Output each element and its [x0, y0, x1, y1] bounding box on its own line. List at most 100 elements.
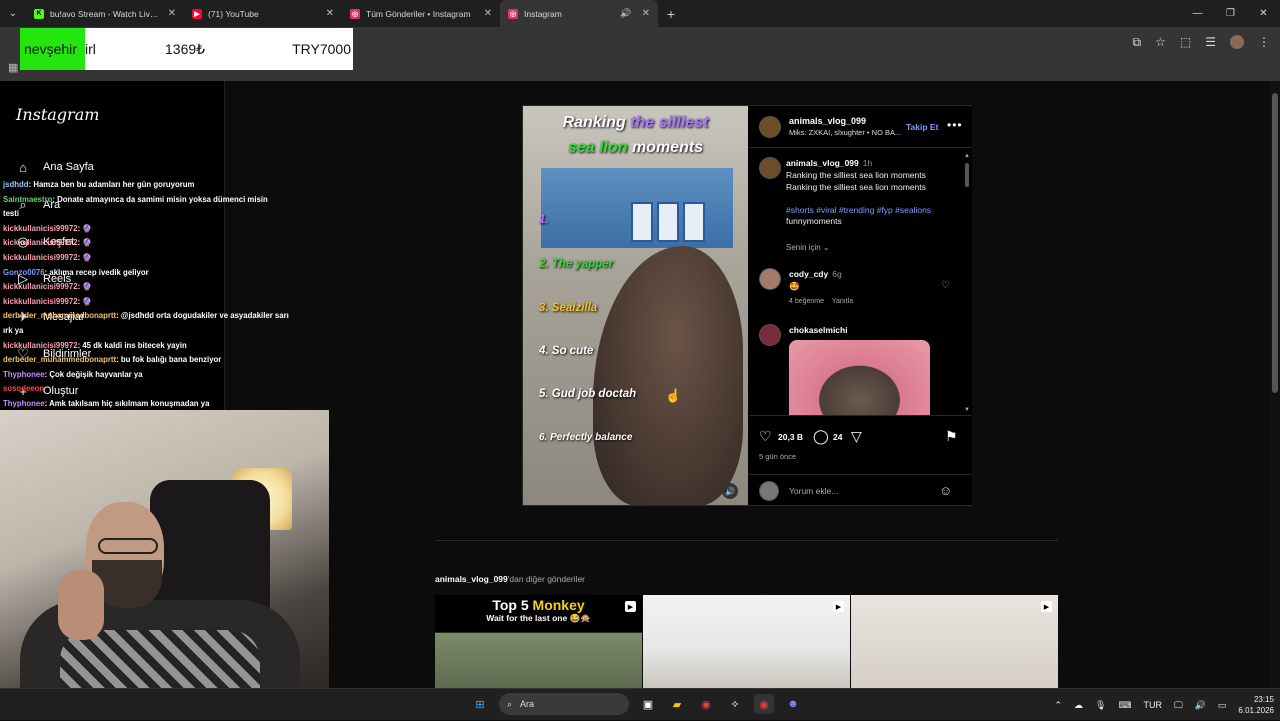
volume-icon[interactable]: 🔊 — [1195, 700, 1206, 711]
chat-username[interactable]: kickkullanicisi99972 — [3, 282, 78, 291]
reel-video[interactable]: Ranking the silliest sea lion moments 1.… — [523, 106, 748, 505]
comment-like-icon[interactable]: ♡ — [941, 280, 950, 291]
comment-likes[interactable]: 4 beğenme — [789, 298, 824, 305]
tab-kick[interactable]: K bu!avo Stream - Watch Live on ✕ — [26, 0, 184, 27]
reel-icon: ▶ — [1041, 601, 1052, 612]
close-icon[interactable]: ✕ — [484, 8, 492, 19]
chat-username[interactable]: jsdhdd — [3, 180, 29, 189]
speaker-icon[interactable]: 🔊 — [620, 8, 631, 19]
comment-username[interactable]: cody_cdy — [789, 269, 828, 279]
comments-scrollbar[interactable]: ▲ ▼ — [964, 153, 970, 413]
tab-instagram-posts[interactable]: ◎ Tüm Gönderiler • Instagram ✕ — [342, 0, 500, 27]
tab-youtube[interactable]: ▶ (71) YouTube ✕ — [184, 0, 342, 27]
streamer-hand — [58, 570, 104, 640]
share-icon[interactable]: ▽ — [851, 428, 862, 445]
nav-home[interactable]: ⌂ Ana Sayfa — [15, 159, 94, 175]
task-view-icon[interactable]: ▣ — [638, 694, 658, 714]
emoji-icon[interactable]: ☺ — [939, 483, 952, 498]
more-post-thumbnail[interactable]: ▶ — [851, 595, 1058, 688]
more-posts-author[interactable]: animals_vlog_099 — [435, 574, 508, 584]
caption-hashtags[interactable]: #shorts #viral #trending #fyp #sealions — [786, 205, 961, 215]
audio-toggle-icon[interactable]: 🔊 — [722, 483, 738, 499]
cloud-icon[interactable]: ☁ — [1074, 700, 1083, 711]
chat-username[interactable]: derbeder_muhammedbonaprtt — [3, 355, 116, 364]
chat-username[interactable]: kickkullanicisi99972 — [3, 297, 78, 306]
tray-chevron-icon[interactable]: ⌃ — [1055, 700, 1063, 711]
save-icon[interactable]: ⚑ — [945, 428, 958, 445]
author-avatar[interactable] — [759, 157, 781, 179]
overlay-location-suffix: irl — [85, 41, 96, 57]
comment-input[interactable]: Yorum ekle... — [789, 486, 838, 496]
clock[interactable]: 23:15 6.01.2026 — [1238, 694, 1274, 716]
music-label[interactable]: Miks: ZXKAI, slxughter • NO BA... — [789, 128, 901, 137]
file-explorer-icon[interactable]: ▰ — [667, 694, 687, 714]
scroll-down-icon[interactable]: ▼ — [964, 407, 970, 413]
comment-meta: 4 beğenme Yanıtla — [789, 298, 853, 305]
network-icon[interactable]: 🖵 — [1174, 700, 1183, 711]
chrome-icon[interactable]: ◉ — [696, 694, 716, 714]
for-you-filter[interactable]: Senin için ⌄ — [786, 243, 830, 252]
commenter-avatar[interactable] — [759, 268, 781, 290]
comment-icon[interactable]: ◯ — [813, 428, 829, 445]
more-post-thumbnail[interactable]: Top 5 Monkey Wait for the last one 😂🙊 ▶ — [435, 595, 642, 688]
chat-message: kickkullanicisi99972: 🔮 — [0, 280, 330, 295]
chat-username[interactable]: Thyphonee — [3, 399, 45, 408]
author-avatar[interactable] — [759, 116, 781, 138]
new-tab-button[interactable]: + — [658, 6, 684, 22]
bookmark-star-icon[interactable]: ☆ — [1155, 35, 1166, 49]
instagram-logo[interactable]: Instagram — [16, 105, 99, 124]
language-indicator[interactable]: TUR — [1143, 700, 1162, 710]
reading-list-icon[interactable]: ☰ — [1205, 35, 1216, 49]
chat-username[interactable]: sosodeeon — [3, 384, 44, 393]
scroll-thumb[interactable] — [965, 163, 969, 187]
chat-text: : 🔮 — [77, 296, 93, 306]
close-window-icon[interactable]: ✕ — [1247, 0, 1280, 27]
more-post-thumbnail[interactable]: ▶ — [643, 595, 850, 688]
tab-search-button[interactable]: ⌄ — [0, 0, 26, 27]
chrome-icon[interactable]: ◉ — [754, 694, 774, 714]
battery-icon[interactable]: ▭ — [1218, 700, 1227, 711]
minimize-icon[interactable]: — — [1181, 0, 1214, 27]
chat-username[interactable]: kickkullanicisi99972 — [3, 238, 78, 247]
chat-username[interactable]: Thyphonee — [3, 370, 45, 379]
profile-avatar[interactable] — [1230, 35, 1244, 49]
reply-button[interactable]: Yanıtla — [832, 298, 853, 305]
discord-icon[interactable]: ☻ — [783, 694, 803, 714]
app-icon[interactable]: ✧ — [725, 694, 745, 714]
keyboard-icon[interactable]: ⌨ — [1118, 700, 1131, 711]
likes-count[interactable]: 20,3 B — [778, 432, 803, 442]
more-options-icon[interactable]: ••• — [947, 118, 963, 132]
taskbar-search[interactable]: ⌕ Ara — [499, 693, 629, 715]
page-scroll-thumb[interactable] — [1272, 93, 1278, 393]
close-icon[interactable]: ✕ — [326, 8, 334, 19]
comment-image[interactable] — [789, 340, 930, 415]
chat-message: kickkullanicisi99972: 🔮 — [0, 222, 330, 237]
chat-username[interactable]: Saintmaestro — [3, 195, 52, 204]
caption-username[interactable]: animals_vlog_099 — [786, 158, 859, 168]
tab-instagram[interactable]: ◎ Instagram 🔊 ✕ — [500, 0, 658, 27]
windows-start-icon[interactable]: ⊞ — [470, 694, 490, 714]
chat-username[interactable]: Gonzo0076 — [3, 268, 45, 277]
comment-username[interactable]: chokaselmichi — [789, 324, 848, 336]
microphone-icon[interactable]: 🎙 — [1095, 700, 1106, 711]
search-icon: ⌕ — [507, 698, 513, 709]
scroll-up-icon[interactable]: ▲ — [964, 153, 970, 159]
like-icon[interactable]: ♡ — [759, 428, 772, 445]
commenter-avatar[interactable] — [759, 324, 781, 346]
restore-icon[interactable]: ❐ — [1214, 0, 1247, 27]
close-icon[interactable]: ✕ — [168, 8, 176, 19]
chat-message: Saintmaestro: Donate atmayınca da samimi… — [0, 193, 330, 208]
chat-username[interactable]: kickkullanicisi99972 — [3, 341, 78, 350]
install-icon[interactable]: ⧉ — [1133, 35, 1142, 50]
chat-username[interactable]: kickkullanicisi99972 — [3, 224, 78, 233]
apps-grid-icon[interactable]: ▦ — [8, 61, 18, 74]
tab-title: Tüm Gönderiler • Instagram — [366, 8, 471, 19]
menu-icon[interactable]: ⋮ — [1258, 35, 1270, 49]
author-username[interactable]: animals_vlog_099 — [789, 116, 866, 126]
follow-button[interactable]: Takip Et — [906, 122, 938, 132]
chat-username[interactable]: derbeder_muhammedbonaprtt — [3, 311, 116, 320]
extensions-icon[interactable]: ⬚ — [1180, 35, 1191, 49]
chat-username[interactable]: kickkullanicisi99972 — [3, 253, 78, 262]
page-scrollbar[interactable] — [1270, 81, 1280, 688]
close-icon[interactable]: ✕ — [642, 8, 650, 19]
